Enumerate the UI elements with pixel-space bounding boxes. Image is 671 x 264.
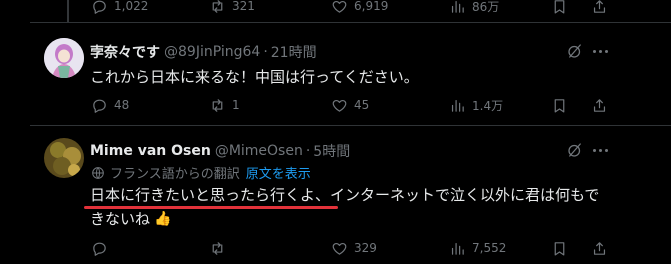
timestamp[interactable]: 21時間 <box>271 42 317 62</box>
repost-count: 1 <box>232 98 240 112</box>
thread-line <box>67 0 69 22</box>
reply-count: 48 <box>114 98 130 112</box>
like-action[interactable]: 6,919 <box>330 0 388 15</box>
bookmark-icon <box>550 239 568 257</box>
reply-icon <box>90 96 108 114</box>
share-action[interactable] <box>590 239 614 257</box>
reply-action[interactable] <box>90 239 114 257</box>
display-name[interactable]: Mime van Osen <box>90 143 211 159</box>
like-action[interactable]: 45 <box>330 96 369 114</box>
views-count: 7,552 <box>472 241 507 255</box>
translate-icon <box>90 165 106 181</box>
repost-action[interactable]: 321 <box>208 0 255 15</box>
bookmark-action[interactable] <box>550 96 574 114</box>
repost-icon <box>208 0 226 15</box>
views-icon <box>448 0 466 15</box>
views-icon <box>448 96 466 114</box>
tweet-actions: 329 7,552 <box>90 238 610 258</box>
reply-action[interactable]: 1,022 <box>90 0 148 15</box>
share-action[interactable] <box>590 0 614 15</box>
repost-action[interactable] <box>208 239 232 257</box>
divider <box>30 22 671 23</box>
repost-icon <box>208 239 226 257</box>
top-tweet-actions: 1,022 321 6,919 86万 <box>90 0 610 16</box>
repost-action[interactable]: 1 <box>208 96 240 114</box>
views-action[interactable]: 86万 <box>448 0 499 15</box>
bookmark-action[interactable] <box>550 0 574 15</box>
grok-icon[interactable] <box>566 42 584 60</box>
share-icon <box>590 0 608 15</box>
translation-line: フランス語からの翻訳 原文を表示 <box>90 163 311 182</box>
tweet-text-line2-text: きないね <box>90 210 151 228</box>
bookmark-action[interactable] <box>550 239 574 257</box>
repost-count: 321 <box>232 0 255 13</box>
like-icon <box>330 96 348 114</box>
tweet-header: 孛奈々です @89JinPing64 · 21時間 <box>90 42 317 62</box>
tweet-text-line1: 日本に行きたいと思ったら行くよ、インターネットで泣く以外に君は何もで <box>90 186 600 204</box>
share-action[interactable] <box>590 96 614 114</box>
more-icon[interactable] <box>590 42 610 60</box>
reply-icon <box>90 239 108 257</box>
views-count: 1.4万 <box>472 98 504 113</box>
display-name[interactable]: 孛奈々です <box>90 42 160 62</box>
tweet-actions: 48 1 45 1.4万 <box>90 95 610 115</box>
separator-dot: · <box>263 44 268 60</box>
views-action[interactable]: 7,552 <box>448 239 506 257</box>
bookmark-icon <box>550 0 568 15</box>
show-original-link[interactable]: 原文を表示 <box>246 163 311 182</box>
tweet-header: Mime van Osen @MimeOsen · 5時間 <box>90 141 350 161</box>
tweet-text-line2: きないね 👍 <box>90 208 171 229</box>
share-icon <box>590 96 608 114</box>
reply-action[interactable]: 48 <box>90 96 129 114</box>
user-handle[interactable]: @89JinPing64 <box>164 44 260 60</box>
more-icon[interactable] <box>590 141 610 159</box>
like-count: 45 <box>354 98 370 112</box>
tweet-text: これから日本に来るな！中国は行ってください。 <box>90 68 419 86</box>
grok-icon[interactable] <box>566 141 584 159</box>
thumbs-up-emoji: 👍 <box>154 210 172 227</box>
like-count: 6,919 <box>354 0 389 13</box>
avatar-image <box>44 38 84 78</box>
repost-icon <box>208 96 226 114</box>
like-count: 329 <box>354 241 377 255</box>
divider <box>30 125 671 126</box>
avatar-image <box>44 138 84 178</box>
views-count: 86万 <box>472 0 500 14</box>
avatar[interactable] <box>44 38 84 78</box>
views-icon <box>448 239 466 257</box>
translation-note: フランス語からの翻訳 <box>110 167 240 182</box>
avatar[interactable] <box>44 138 84 178</box>
like-action[interactable]: 329 <box>330 239 377 257</box>
views-action[interactable]: 1.4万 <box>448 96 503 114</box>
like-icon <box>330 0 348 15</box>
bookmark-icon <box>550 96 568 114</box>
separator-dot: · <box>305 143 311 159</box>
reply-icon <box>90 0 108 15</box>
timestamp[interactable]: 5時間 <box>313 141 350 161</box>
like-icon <box>330 239 348 257</box>
share-icon <box>590 239 608 257</box>
reply-count: 1,022 <box>114 0 149 13</box>
user-handle[interactable]: @MimeOsen <box>215 143 303 159</box>
